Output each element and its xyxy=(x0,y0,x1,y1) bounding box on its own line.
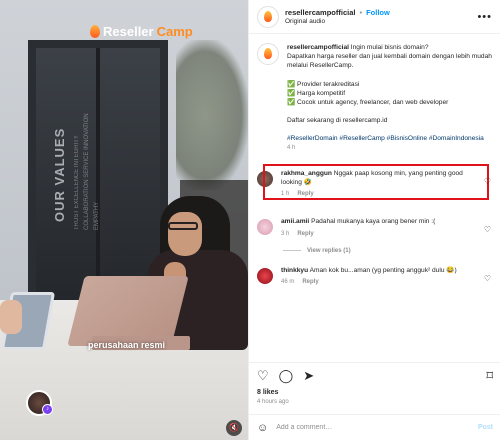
follow-button[interactable]: Follow xyxy=(366,8,390,17)
caption-line-1: Ingin mulai bisnis domain? xyxy=(350,44,429,51)
door-values: TRUST EXCELLENCE INTEGRITY COLLABORATION… xyxy=(74,113,100,230)
caption-bullet-1: ✅ Provider terakreditasi xyxy=(287,80,360,88)
hand xyxy=(0,300,22,334)
like-icon[interactable]: ♡ xyxy=(257,369,269,382)
action-bar: ♡ ◯ ➤ ⌑ xyxy=(249,362,500,388)
comment-icon[interactable]: ◯ xyxy=(279,369,294,382)
caption-bullet-3: ✅ Cocok untuk agency, freelancer, dan we… xyxy=(287,99,449,107)
comment-time: 46 m xyxy=(281,279,295,286)
post-caption: resellercampofficial Ingin mulai bisnis … xyxy=(257,43,493,153)
comment-like-icon[interactable]: ♡ xyxy=(484,274,491,283)
more-options-icon[interactable]: ••• xyxy=(477,11,492,23)
replies-divider xyxy=(283,250,301,252)
brand-reseller: Reseller xyxy=(103,24,154,39)
reply-button[interactable]: Reply xyxy=(302,278,318,287)
comment-item: amii.amii Padahal mukanya kaya orang ben… xyxy=(257,217,493,238)
comment-text: Padahal mukanya kaya orang bener min :( xyxy=(311,218,436,226)
highlight-box xyxy=(263,163,489,200)
brand-camp: Camp xyxy=(156,24,193,39)
comment-avatar[interactable] xyxy=(257,219,273,236)
brand-logo: Reseller Camp xyxy=(90,24,193,39)
post-header: resellercampofficial • Follow Original a… xyxy=(249,0,500,34)
reply-button[interactable]: Reply xyxy=(297,230,313,239)
comments-section[interactable]: resellercampofficial Ingin mulai bisnis … xyxy=(249,35,500,362)
comment-like-icon[interactable]: ♡ xyxy=(484,225,491,234)
caption-line-2: Dapatkan harga reseller dan jual kembali… xyxy=(287,53,492,70)
comment-like-icon[interactable]: ♡ xyxy=(484,177,491,186)
glasses xyxy=(168,222,198,230)
mute-button[interactable]: 🔇 xyxy=(226,420,242,436)
comment-time: 3 h xyxy=(281,230,290,237)
flame-icon xyxy=(90,25,100,38)
emoji-icon[interactable]: ☺ xyxy=(257,422,268,434)
comment-text: Aman kok bu...aman (yg penting angguk² d… xyxy=(309,266,457,274)
comment-input[interactable] xyxy=(276,424,470,431)
comment-avatar[interactable] xyxy=(257,267,273,284)
caption-cta: Daftar sekarang di resellercamp.id xyxy=(287,117,388,125)
comment-item: thinkkyu Aman kok bu...aman (yg penting … xyxy=(257,266,493,287)
share-icon[interactable]: ➤ xyxy=(303,369,314,382)
likes-count[interactable]: 8 likes xyxy=(257,389,278,396)
view-replies-button[interactable]: View replies (1) xyxy=(283,248,493,254)
comment-username[interactable]: amii.amii xyxy=(281,218,309,225)
account-avatar[interactable] xyxy=(257,5,279,28)
post-details-panel: resellercampofficial • Follow Original a… xyxy=(248,0,500,440)
comment-item: rakhma_anggun Nggak paap kosong min, yan… xyxy=(257,163,493,200)
add-comment-bar: ☺ Post xyxy=(249,414,500,440)
comment-username[interactable]: thinkkyu xyxy=(281,267,308,274)
plant xyxy=(176,40,248,190)
reel-video[interactable]: OUR VALUES TRUST EXCELLENCE INTEGRITY CO… xyxy=(0,0,248,440)
original-audio-link[interactable]: Original audio xyxy=(285,18,390,25)
post-button[interactable]: Post xyxy=(478,424,493,431)
person-face xyxy=(168,212,202,256)
video-caption: perusahaan resmi xyxy=(88,340,166,350)
caption-hashtags[interactable]: #ResellerDomain #ResellerCamp #BisnisOnl… xyxy=(287,134,493,143)
save-icon[interactable]: ⌑ xyxy=(486,369,493,382)
view-replies-label: View replies (1) xyxy=(307,247,351,254)
header-username[interactable]: resellercampofficial xyxy=(285,8,355,17)
caption-bullet-2: ✅ Harga kompetitif xyxy=(287,89,346,97)
separator-dot: • xyxy=(359,8,363,17)
caption-time: 4 h xyxy=(287,144,296,151)
caption-avatar[interactable] xyxy=(257,43,279,65)
caption-username[interactable]: resellercampofficial xyxy=(287,44,349,51)
audio-badge-icon: ♪ xyxy=(42,404,53,415)
speaker-muted-icon: 🔇 xyxy=(229,423,239,432)
post-age: 4 hours ago xyxy=(257,399,289,405)
